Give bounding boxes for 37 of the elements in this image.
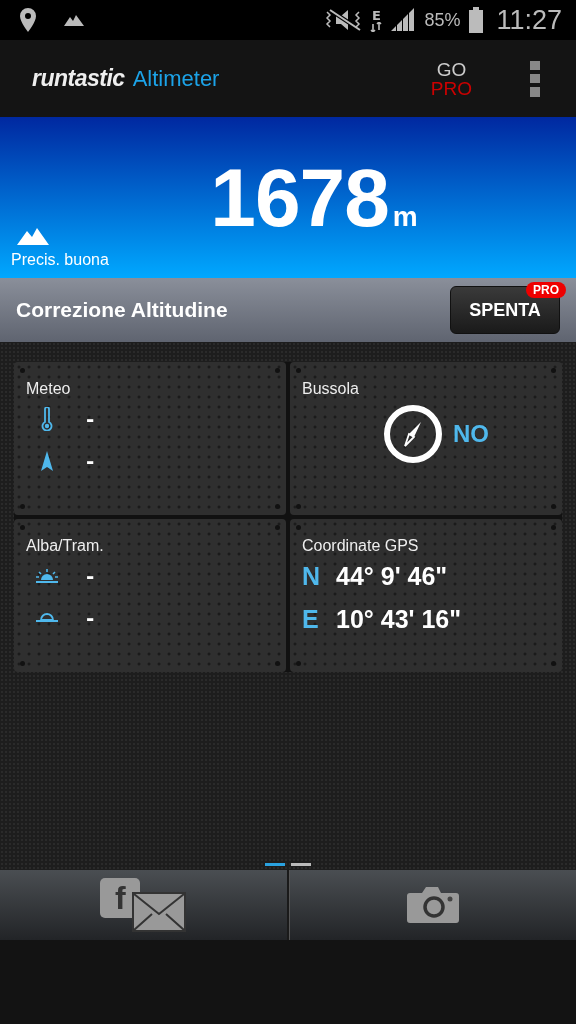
app-title: Altimeter (132, 65, 220, 92)
panel-value: - (86, 449, 95, 473)
coordinate-axis: E (302, 605, 320, 634)
sunrise-icon (36, 569, 58, 583)
camera-icon (405, 885, 460, 925)
correction-label: Correzione Altitudine (16, 298, 228, 322)
mute-icon (324, 8, 363, 32)
panel-value: - (86, 564, 95, 588)
data-arrows-icon (370, 21, 383, 32)
mountain-icon (17, 227, 49, 245)
signal-icon (390, 8, 417, 32)
coordinate-value: 44° 9' 46" (336, 562, 448, 591)
precision-label: Precis. buona (11, 251, 109, 269)
altitude-unit: m (392, 200, 418, 233)
panel-value: - (86, 407, 95, 431)
compass-icon (383, 404, 443, 464)
panel-title: Coordinate GPS (302, 537, 420, 555)
battery-level: 85% (424, 9, 461, 31)
altitude-value: 1678 (210, 150, 389, 245)
clock: 11:27 (496, 4, 562, 36)
panel-title: Alba/Tram. (26, 537, 105, 555)
network-type: E (371, 8, 381, 22)
battery-icon (468, 7, 485, 33)
envelope-icon (132, 892, 187, 932)
compass-direction: NO (453, 420, 489, 448)
sunset-icon (36, 613, 58, 623)
coordinate-axis: N (302, 562, 322, 591)
panel-value: - (86, 606, 95, 630)
location-icon (18, 7, 38, 33)
brand-logo: runtastic (32, 65, 125, 92)
panel-title: Meteo (26, 380, 72, 398)
mountain-icon (64, 14, 84, 26)
coordinate-value: 10° 43' 16" (336, 605, 462, 634)
overflow-menu-icon[interactable] (530, 60, 540, 97)
panel-title: Bussola (302, 380, 360, 398)
go-pro-button[interactable]: GO PRO (430, 59, 472, 98)
pro-badge: PRO (526, 282, 566, 298)
